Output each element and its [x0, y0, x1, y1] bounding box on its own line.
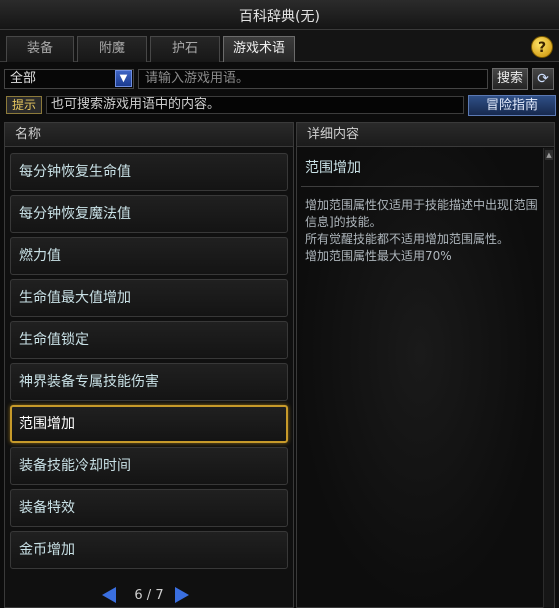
list-item[interactable]: 生命值最大值增加 [10, 279, 288, 317]
tab-talisman[interactable]: 护石 [150, 36, 220, 62]
detail-description: 增加范围属性仅适用于技能描述中出现[范围信息]的技能。 所有觉醒技能都不适用增加… [305, 198, 538, 263]
list-item[interactable]: 装备特效 [10, 489, 288, 527]
prev-page-icon[interactable] [102, 587, 116, 603]
detail-scrollbar[interactable]: ▲ [543, 148, 554, 608]
page-indicator: 6 / 7 [134, 588, 164, 603]
detail-content: 范围增加 增加范围属性仅适用于技能描述中出现[范围信息]的技能。 所有觉醒技能都… [297, 147, 543, 607]
help-icon[interactable]: ? [531, 36, 553, 58]
scroll-up-icon[interactable]: ▲ [545, 150, 553, 160]
detail-title: 范围增加 [305, 160, 361, 176]
list-item[interactable]: 金币增加 [10, 531, 288, 569]
list-item[interactable]: 每分钟恢复生命值 [10, 153, 288, 191]
tab-enchant[interactable]: 附魔 [77, 36, 147, 62]
pagination: 6 / 7 [5, 585, 293, 607]
search-input[interactable]: 请输入游戏用语。 [138, 69, 488, 89]
title-bar: 百科辞典(无) [0, 0, 559, 30]
list-header: 名称 [5, 123, 293, 147]
divider [301, 186, 539, 187]
hint-tag: 提示 [6, 96, 42, 114]
list-item[interactable]: 每分钟恢复魔法值 [10, 195, 288, 233]
tab-game-terms[interactable]: 游戏术语 [223, 36, 295, 62]
list-item-selected[interactable]: 范围增加 [10, 405, 288, 443]
hint-bar: 提示 也可搜索游戏用语中的内容。 冒险指南 [0, 94, 559, 116]
search-button[interactable]: 搜索 [492, 68, 528, 90]
list-item[interactable]: 生命值锁定 [10, 321, 288, 359]
list-item[interactable]: 燃力值 [10, 237, 288, 275]
adventure-guide-button[interactable]: 冒险指南 [468, 95, 556, 116]
search-toolbar: 全部 ▼ 请输入游戏用语。 搜索 ⟳ [0, 66, 559, 92]
refresh-icon[interactable]: ⟳ [532, 68, 554, 90]
detail-panel: 详细内容 范围增加 增加范围属性仅适用于技能描述中出现[范围信息]的技能。 所有… [296, 122, 555, 608]
detail-header: 详细内容 [297, 123, 554, 147]
list-item[interactable]: 装备技能冷却时间 [10, 447, 288, 485]
tab-equipment[interactable]: 装备 [6, 36, 74, 62]
next-page-icon[interactable] [175, 587, 189, 603]
chevron-down-icon[interactable]: ▼ [115, 70, 132, 87]
hint-text: 也可搜索游戏用语中的内容。 [46, 96, 464, 114]
term-list-panel: 名称 每分钟恢复生命值 每分钟恢复魔法值 燃力值 生命值最大值增加 生命值锁定 … [4, 122, 294, 608]
tab-bar: 装备 附魔 护石 游戏术语 [0, 30, 559, 62]
list-item[interactable]: 神界装备专属技能伤害 [10, 363, 288, 401]
window-title: 百科辞典(无) [239, 9, 320, 25]
